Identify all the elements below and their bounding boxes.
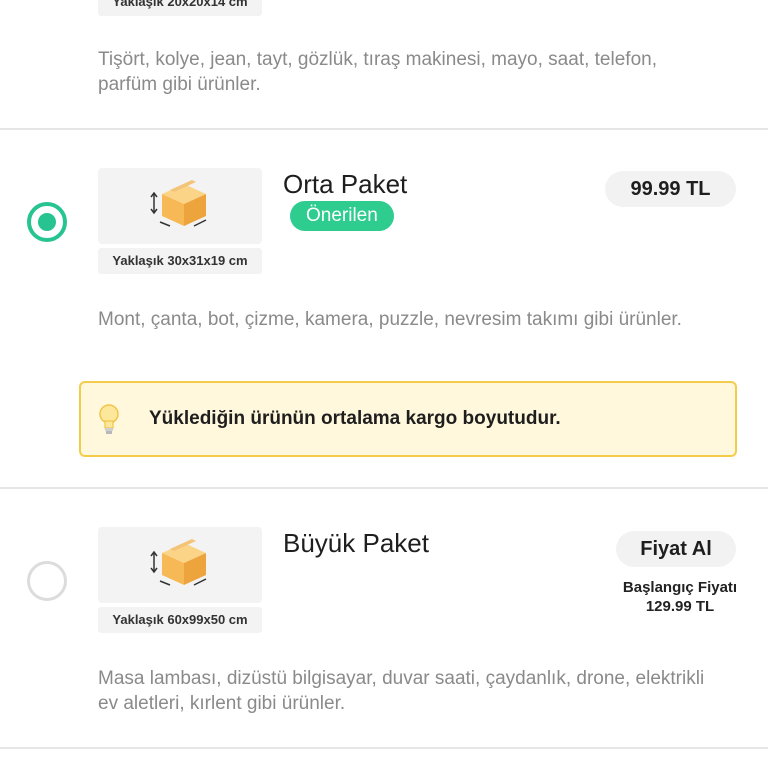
recommended-badge: Önerilen: [290, 201, 394, 231]
package-box-icon: [150, 180, 207, 227]
info-banner: Yüklediğin ürünün ortalama kargo boyutud…: [79, 381, 737, 457]
medium-package-size: Yaklaşık 30x31x19 cm: [98, 248, 262, 274]
start-price-value: 129.99 TL: [645, 598, 715, 615]
medium-package-image: [98, 168, 262, 244]
package-box-icon: [150, 539, 207, 586]
start-price-label: Başlangıç Fiyatı: [622, 579, 738, 596]
medium-package-title: Orta Paket: [283, 169, 408, 199]
large-package-size: Yaklaşık 60x99x50 cm: [98, 607, 262, 633]
medium-package-price: 99.99 TL: [605, 171, 736, 207]
info-text: Yüklediğin ürünün ortalama kargo boyutud…: [149, 408, 561, 429]
large-package-radio[interactable]: [27, 561, 67, 601]
small-package-size: Yaklaşık 20x20x14 cm: [98, 0, 262, 16]
divider: [0, 487, 768, 489]
radio-selected-icon: [38, 213, 56, 231]
large-package-title: Büyük Paket: [283, 528, 429, 558]
lightbulb-icon: [99, 404, 119, 434]
divider: [0, 747, 768, 749]
large-package-image: [98, 527, 262, 603]
medium-package-description: Mont, çanta, bot, çizme, kamera, puzzle,…: [98, 309, 682, 330]
divider: [0, 128, 768, 130]
get-price-button[interactable]: Fiyat Al: [616, 531, 736, 567]
small-package-description: Tişört, kolye, jean, tayt, gözlük, tıraş…: [98, 49, 657, 95]
medium-package-radio[interactable]: [27, 202, 67, 242]
large-package-description: Masa lambası, dizüstü bilgisayar, duvar …: [98, 668, 705, 714]
